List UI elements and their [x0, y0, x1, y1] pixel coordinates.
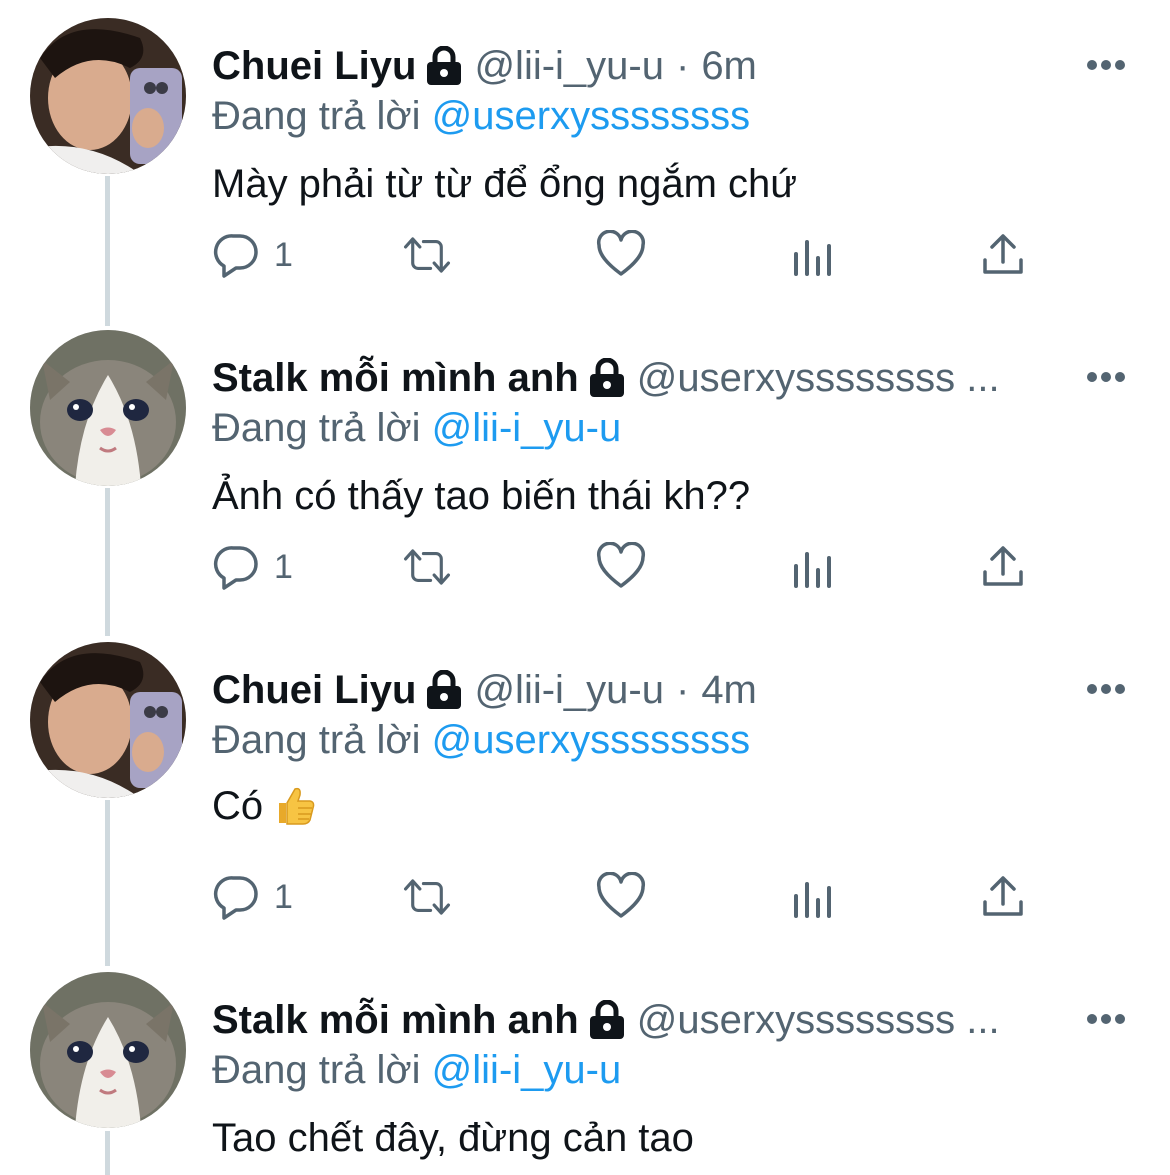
more-icon[interactable]: [1086, 682, 1126, 696]
share-icon: [983, 546, 1023, 586]
thumbs-up-emoji: [273, 783, 317, 827]
share-button[interactable]: [978, 540, 1028, 594]
share-icon: [983, 876, 1023, 916]
lock-icon: [426, 46, 462, 86]
heart-icon: [596, 230, 646, 276]
action-bar: 1: [0, 540, 1170, 610]
share-icon: [983, 234, 1023, 274]
reply-button[interactable]: 1: [212, 228, 293, 282]
tweet-text: Mày phải từ từ để ổng ngắm chứ: [212, 162, 798, 206]
avatar[interactable]: [30, 642, 186, 798]
reply-icon: [213, 234, 258, 278]
tweet[interactable]: Stalk mỗi mình anh @userxyssssssss ... Đ…: [0, 330, 1170, 620]
avatar[interactable]: [30, 330, 186, 486]
reply-mention-link[interactable]: @userxyssssssss: [432, 718, 750, 762]
reply-count: 1: [274, 235, 293, 274]
avatar[interactable]: [30, 18, 186, 174]
retweet-icon: [404, 549, 450, 585]
lock-icon: [589, 1000, 625, 1040]
retweet-icon: [404, 879, 450, 915]
tweet-text: Tao chết đây, đừng cản tao: [212, 1116, 694, 1160]
heart-icon: [596, 872, 646, 918]
like-button[interactable]: [596, 228, 646, 282]
analytics-button[interactable]: [788, 540, 838, 594]
user-handle[interactable]: @userxyssssssss ...: [637, 348, 1000, 408]
tweet-text: Có: [212, 784, 264, 828]
tweet[interactable]: Stalk mỗi mình anh @userxyssssssss ... Đ…: [0, 972, 1170, 1175]
lock-icon: [589, 358, 625, 398]
more-icon[interactable]: [1086, 370, 1126, 384]
tweet-body: Có: [212, 776, 317, 836]
action-bar: 1: [0, 228, 1170, 298]
replying-to: Đang trả lời @lii-i_yu-u: [212, 1040, 621, 1100]
action-bar: 1: [0, 870, 1170, 940]
tweet[interactable]: Chuei Liyu @lii-i_yu-u · 6m Đang trả lời…: [0, 18, 1170, 308]
lock-icon: [426, 670, 462, 710]
replying-to-label: Đang trả lời: [212, 406, 421, 450]
analytics-icon: [794, 882, 831, 918]
cat-photo: [30, 972, 186, 1128]
replying-to: Đang trả lời @userxyssssssss: [212, 710, 750, 770]
reply-count: 1: [274, 547, 293, 586]
analytics-button[interactable]: [788, 870, 838, 924]
replying-to-label: Đang trả lời: [212, 718, 421, 762]
more-icon[interactable]: [1086, 1012, 1126, 1026]
replying-to-label: Đang trả lời: [212, 1048, 421, 1092]
like-button[interactable]: [596, 870, 646, 924]
reply-mention-link[interactable]: @lii-i_yu-u: [432, 406, 622, 450]
reply-mention-link[interactable]: @userxyssssssss: [432, 94, 750, 138]
share-button[interactable]: [978, 870, 1028, 924]
person-photo: [30, 642, 186, 798]
replying-to: Đang trả lời @userxyssssssss: [212, 86, 750, 146]
avatar[interactable]: [30, 972, 186, 1128]
replying-to: Đang trả lời @lii-i_yu-u: [212, 398, 621, 458]
reply-mention-link[interactable]: @lii-i_yu-u: [432, 1048, 622, 1092]
tweet-text: Ảnh có thấy tao biến thái kh??: [212, 474, 751, 518]
user-handle[interactable]: @userxyssssssss ...: [637, 990, 1000, 1050]
retweet-button[interactable]: [402, 870, 452, 924]
analytics-icon: [794, 240, 831, 276]
reply-button[interactable]: 1: [212, 870, 293, 924]
reply-count: 1: [274, 877, 293, 916]
analytics-button[interactable]: [788, 228, 838, 282]
cat-photo: [30, 330, 186, 486]
retweet-button[interactable]: [402, 228, 452, 282]
analytics-icon: [794, 552, 831, 588]
retweet-icon: [404, 237, 450, 273]
retweet-button[interactable]: [402, 540, 452, 594]
replying-to-label: Đang trả lời: [212, 94, 421, 138]
reply-icon: [213, 876, 258, 920]
person-photo: [30, 18, 186, 174]
like-button[interactable]: [596, 540, 646, 594]
reply-icon: [213, 546, 258, 590]
reply-button[interactable]: 1: [212, 540, 293, 594]
heart-icon: [596, 542, 646, 588]
tweet[interactable]: Chuei Liyu @lii-i_yu-u · 4m Đang trả lời…: [0, 642, 1170, 952]
share-button[interactable]: [978, 228, 1028, 282]
more-icon[interactable]: [1086, 58, 1126, 72]
